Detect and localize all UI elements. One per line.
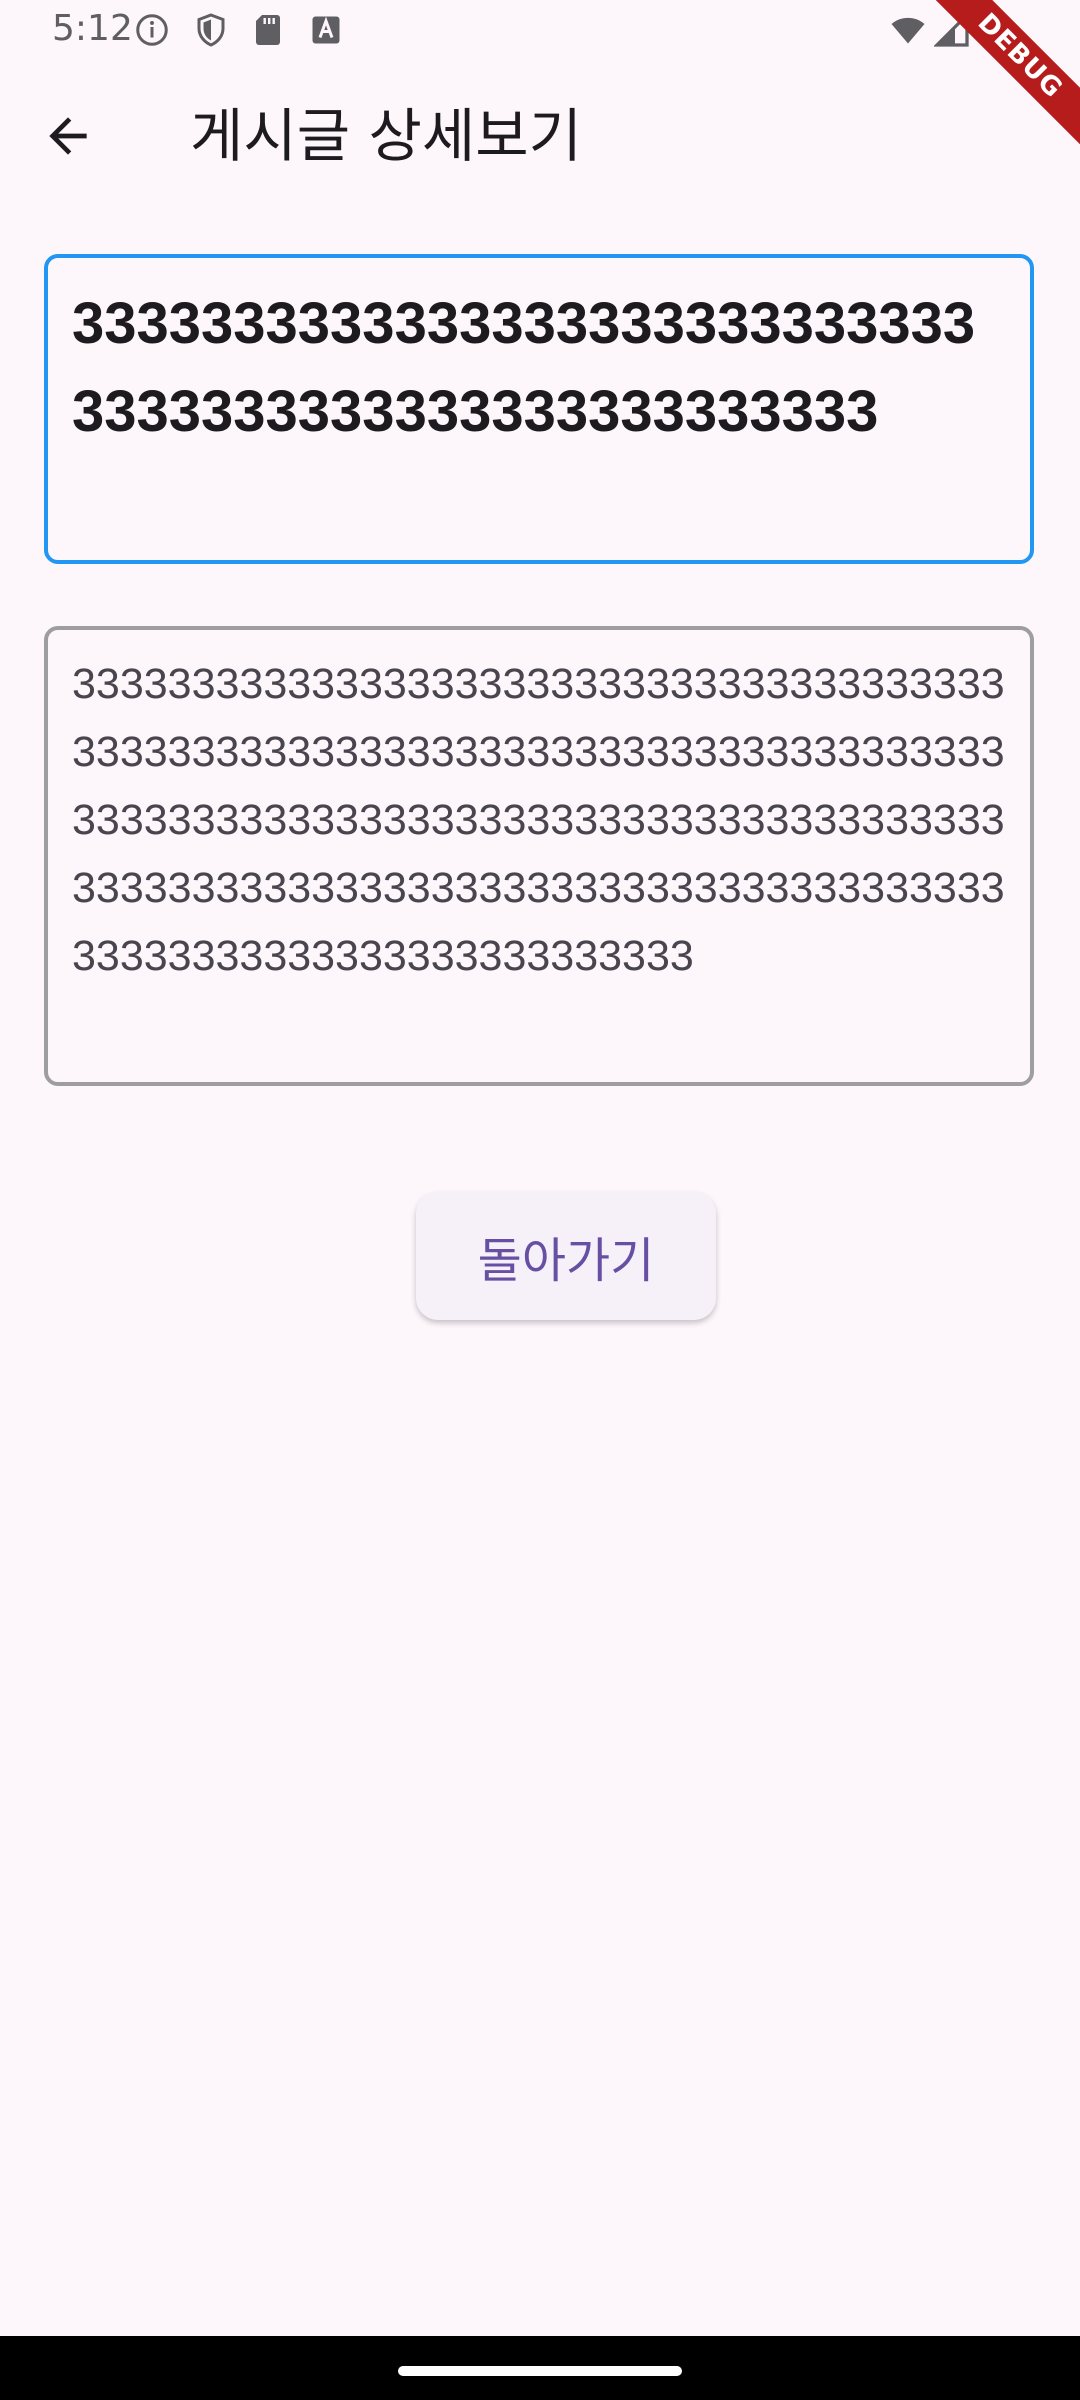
status-time: 5:12 xyxy=(52,8,133,49)
return-button[interactable]: 돌아가기 xyxy=(416,1192,716,1320)
back-button[interactable] xyxy=(32,100,104,172)
info-icon xyxy=(136,14,168,46)
return-button-label: 돌아가기 xyxy=(477,1233,655,1289)
font-icon xyxy=(312,16,340,44)
status-bar: 5:12 xyxy=(0,0,1080,64)
sd-card-icon xyxy=(256,15,280,45)
post-title-field[interactable]: 3333333333333333333333333333333333333333… xyxy=(44,254,1034,564)
arrow-back-icon xyxy=(49,117,87,155)
navigation-bar xyxy=(0,2336,1080,2400)
post-content-field[interactable]: 3333333333333333333333333333333333333333… xyxy=(44,626,1034,1086)
home-gesture-handle[interactable] xyxy=(398,2366,682,2376)
post-title-text: 3333333333333333333333333333333333333333… xyxy=(72,291,976,444)
app-bar: 게시글 상세보기 xyxy=(0,64,1080,208)
post-content-text: 3333333333333333333333333333333333333333… xyxy=(72,660,1005,980)
page-title: 게시글 상세보기 xyxy=(190,102,582,170)
wifi-icon xyxy=(891,17,925,44)
shield-icon xyxy=(197,13,225,47)
